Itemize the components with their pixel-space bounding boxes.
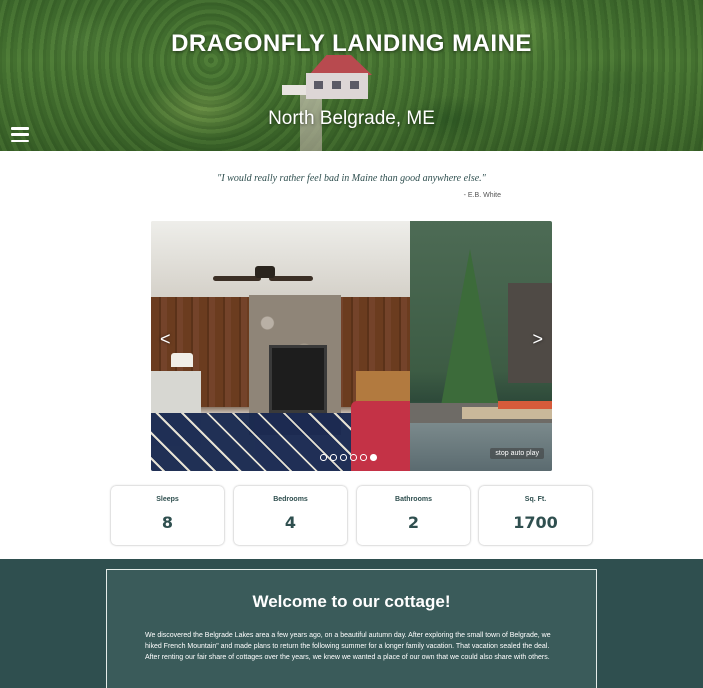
site-location: North Belgrade, ME bbox=[268, 108, 435, 129]
stat-value: 8 bbox=[161, 513, 174, 532]
stop-autoplay-button[interactable]: stop auto play bbox=[490, 448, 544, 459]
quote-text: "I would really rather feel bad in Maine… bbox=[217, 173, 486, 184]
quote-author: - E.B. White bbox=[463, 192, 501, 199]
carousel-indicators bbox=[320, 454, 377, 461]
lake-photo bbox=[410, 221, 552, 471]
carousel-dot[interactable] bbox=[360, 454, 367, 461]
carousel-dot[interactable] bbox=[340, 454, 347, 461]
carousel-next-button[interactable]: > bbox=[532, 329, 543, 350]
welcome-text: We discovered the Belgrade Lakes area a … bbox=[145, 632, 551, 661]
hero-banner: DRAGONFLY LANDING MAINE North Belgrade, … bbox=[0, 0, 703, 151]
hero-cottage-image bbox=[282, 55, 372, 100]
stat-card-bathrooms: Bathrooms 2 bbox=[357, 486, 470, 545]
stat-value: 2 bbox=[407, 513, 420, 532]
stat-label: Sq. Ft. bbox=[524, 496, 547, 503]
living-room-photo bbox=[151, 221, 410, 471]
stat-card-sleeps: Sleeps 8 bbox=[111, 486, 224, 545]
stat-card-sqft: Sq. Ft. 1700 bbox=[479, 486, 592, 545]
welcome-title: Welcome to our cottage! bbox=[252, 592, 451, 611]
stat-label: Bedrooms bbox=[273, 496, 308, 503]
photo-carousel[interactable]: < > stop auto play bbox=[151, 221, 552, 471]
stat-value: 1700 bbox=[513, 513, 558, 532]
stat-value: 4 bbox=[284, 513, 297, 532]
carousel-dot-active[interactable] bbox=[370, 454, 377, 461]
stat-card-bedrooms: Bedrooms 4 bbox=[234, 486, 347, 545]
stat-label: Sleeps bbox=[156, 496, 179, 503]
site-title: DRAGONFLY LANDING MAINE bbox=[171, 30, 532, 57]
carousel-dot[interactable] bbox=[350, 454, 357, 461]
carousel-prev-button[interactable]: < bbox=[160, 329, 171, 350]
welcome-section: Welcome to our cottage! We discovered th… bbox=[0, 559, 703, 688]
carousel-dot[interactable] bbox=[320, 454, 327, 461]
carousel-dot[interactable] bbox=[330, 454, 337, 461]
stat-label: Bathrooms bbox=[395, 496, 432, 503]
property-stats: Sleeps 8 Bedrooms 4 Bathrooms 2 Sq. Ft. … bbox=[111, 486, 592, 546]
ceiling-fan bbox=[213, 266, 313, 284]
welcome-box: Welcome to our cottage! We discovered th… bbox=[106, 569, 597, 688]
hamburger-menu-icon[interactable] bbox=[11, 127, 29, 143]
